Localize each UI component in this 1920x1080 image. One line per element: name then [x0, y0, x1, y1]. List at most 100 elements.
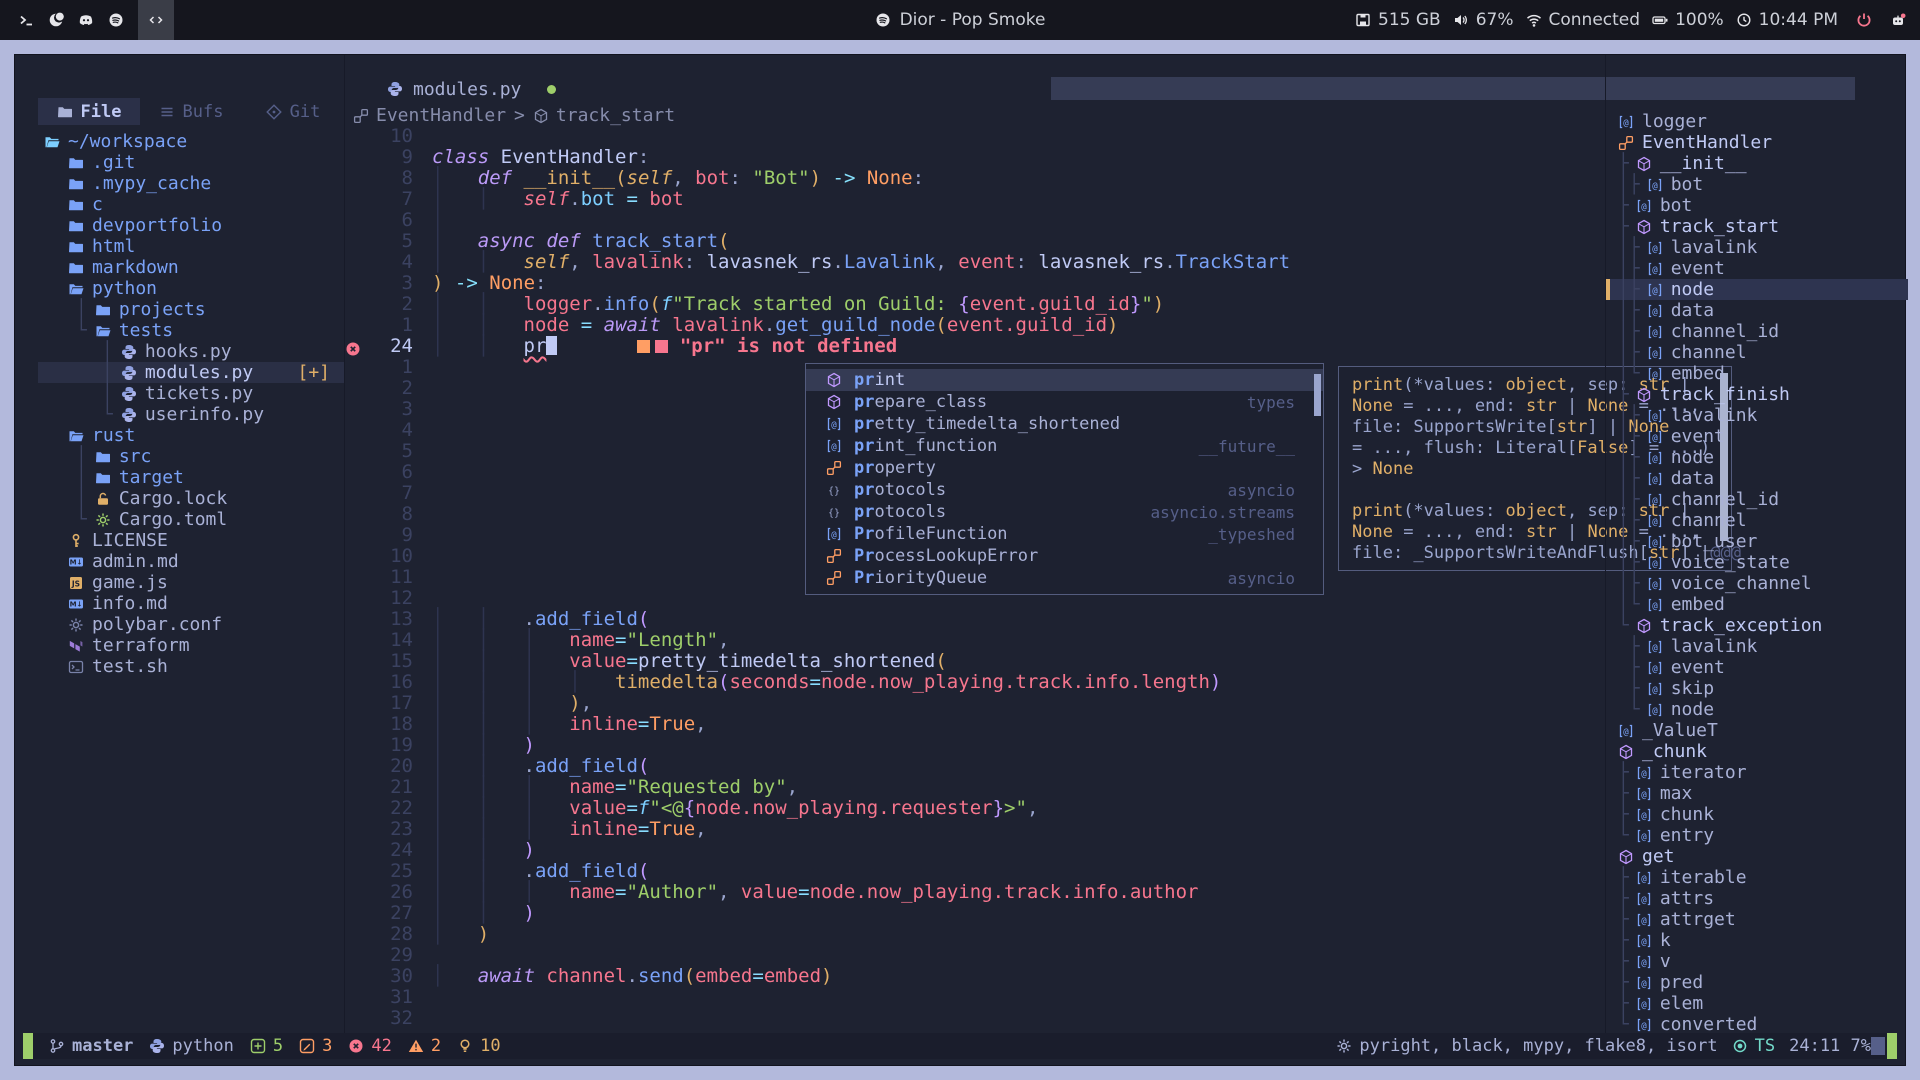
tree-item-rust[interactable]: rust	[38, 425, 344, 446]
outline-item-voice_channel[interactable]: │├@voice_channel	[1606, 573, 1908, 594]
code-line[interactable]: 18│ │ │ inline=True,	[339, 714, 1605, 735]
completion-item-pretty_timedelta_shortened[interactable]: @pretty_timedelta_shortened	[806, 413, 1323, 435]
tree-item-hooks.py[interactable]: │hooks.py	[38, 341, 344, 362]
code-line[interactable]: 25│ │ .add_field(	[339, 861, 1605, 882]
tree-item-projects[interactable]: │projects	[38, 299, 344, 320]
outline-item-track_start[interactable]: ├track_start	[1606, 216, 1908, 237]
tree-item-admin.md[interactable]: M↓admin.md	[38, 551, 344, 572]
tree-item-LICENSE[interactable]: LICENSE	[38, 530, 344, 551]
code-line[interactable]: 16│ │ │ │ timedelta(seconds=node.now_pla…	[339, 672, 1605, 693]
outline-item-get[interactable]: get	[1606, 846, 1908, 867]
code-line[interactable]: 10	[339, 126, 1605, 147]
code-line[interactable]: 9class EventHandler:	[339, 147, 1605, 168]
code-line[interactable]: 5│ async def track_start(	[339, 231, 1605, 252]
outline-item-_chunk[interactable]: _chunk	[1606, 741, 1908, 762]
outline-item-data[interactable]: │├@data	[1606, 300, 1908, 321]
tree-item-markdown[interactable]: markdown	[38, 257, 344, 278]
outline-item-EventHandler[interactable]: EventHandler	[1606, 132, 1908, 153]
tree-item-html[interactable]: html	[38, 236, 344, 257]
tree-item-userinfo.py[interactable]: └userinfo.py	[38, 404, 344, 425]
tree-item-c[interactable]: c	[38, 194, 344, 215]
outline-item-channel[interactable]: │├@channel	[1606, 342, 1908, 363]
tree-item-target[interactable]: │target	[38, 467, 344, 488]
tree-item-info.md[interactable]: M↓info.md	[38, 593, 344, 614]
code-line[interactable]: 17│ │ │ ),	[339, 693, 1605, 714]
completion-item-ProcessLookupError[interactable]: ProcessLookupError	[806, 545, 1323, 567]
outline-item-k[interactable]: ├@k	[1606, 930, 1908, 951]
outline-item-_ValueT[interactable]: @_ValueT	[1606, 720, 1908, 741]
completion-item-ProfileFunction[interactable]: @ProfileFunction_typeshed	[806, 523, 1323, 545]
completion-item-print_function[interactable]: @print_function__future__	[806, 435, 1323, 457]
tree-item-tests[interactable]: └tests	[38, 320, 344, 341]
completion-scrollbar[interactable]	[1314, 374, 1321, 416]
tree-item-test.sh[interactable]: test.sh	[38, 656, 344, 677]
outline-item-node[interactable]: │├@node	[1606, 279, 1908, 300]
outline-item-channel_id[interactable]: │├@channel_id	[1606, 489, 1908, 510]
tree-item-devportfolio[interactable]: devportfolio	[38, 215, 344, 236]
code-line[interactable]: 6│	[339, 210, 1605, 231]
outline-item-event[interactable]: ├@event	[1606, 657, 1908, 678]
outline-item-bot[interactable]: │├@bot	[1606, 174, 1908, 195]
outline-item-bot_user[interactable]: │├@bot_user	[1606, 531, 1908, 552]
outline-item-lavalink[interactable]: │├@lavalink	[1606, 237, 1908, 258]
completion-item-prepare_class[interactable]: prepare_classtypes	[806, 391, 1323, 413]
code-line[interactable]: 15│ │ │ value=pretty_timedelta_shortened…	[339, 651, 1605, 672]
tree-item-workspace[interactable]: ~/workspace	[38, 131, 344, 152]
code-line[interactable]: 29	[339, 945, 1605, 966]
code-line[interactable]: 26│ │ │ name="Author", value=node.now_pl…	[339, 882, 1605, 903]
outline-item-channel_id[interactable]: │├@channel_id	[1606, 321, 1908, 342]
code-line[interactable]: 22│ │ │ value=f"<@{node.now_playing.requ…	[339, 798, 1605, 819]
code-line[interactable]: 13│ │ .add_field(	[339, 609, 1605, 630]
outline-item-channel[interactable]: │├@channel	[1606, 510, 1908, 531]
outline-item-v[interactable]: ├@v	[1606, 951, 1908, 972]
outline-item-__init__[interactable]: ├__init__	[1606, 153, 1908, 174]
explorer-tab-bufs[interactable]: Bufs	[140, 98, 242, 125]
outline-item-chunk[interactable]: ├@chunk	[1606, 804, 1908, 825]
code-line[interactable]: 2│ │ logger.info(f"Track started on Guil…	[339, 294, 1605, 315]
code-line[interactable]: 1│ │ node = await lavalink.get_guild_nod…	[339, 315, 1605, 336]
outline-item-entry[interactable]: └@entry	[1606, 825, 1908, 846]
outline-item-track_exception[interactable]: └track_exception	[1606, 615, 1908, 636]
code-line[interactable]: 7│ │ self.bot = bot	[339, 189, 1605, 210]
tree-item-game.js[interactable]: JSgame.js	[38, 572, 344, 593]
code-line[interactable]: 14│ │ │ name="Length",	[339, 630, 1605, 651]
completion-item-PriorityQueue[interactable]: PriorityQueueasyncio	[806, 567, 1323, 589]
code-line[interactable]: 27│ │ )	[339, 903, 1605, 924]
code-line[interactable]: 20│ │ .add_field(	[339, 756, 1605, 777]
outline-item-iterable[interactable]: ├@iterable	[1606, 867, 1908, 888]
outline-item-event[interactable]: │├@event	[1606, 258, 1908, 279]
code-line[interactable]: 8│ def __init__(self, bot: "Bot") -> Non…	[339, 168, 1605, 189]
outline-item-embed[interactable]: │└@embed	[1606, 363, 1908, 384]
tree-item-tickets.py[interactable]: │tickets.py	[38, 383, 344, 404]
code-line[interactable]: 19│ │ )	[339, 735, 1605, 756]
code-line[interactable]: 30│ await channel.send(embed=embed)	[339, 966, 1605, 987]
code-line[interactable]: 28│ )	[339, 924, 1605, 945]
code-line[interactable]: 21│ │ │ name="Requested by",	[339, 777, 1605, 798]
outline-item-lavalink[interactable]: │├@lavalink	[1606, 405, 1908, 426]
outline-item-attrs[interactable]: ├@attrs	[1606, 888, 1908, 909]
tree-item-Cargo.toml[interactable]: └Cargo.toml	[38, 509, 344, 530]
code-line[interactable]: 3) -> None:	[339, 273, 1605, 294]
completion-item-protocols[interactable]: {}protocolsasyncio	[806, 479, 1323, 501]
code-line[interactable]: 24│ │ )	[339, 840, 1605, 861]
tree-item-polybar.conf[interactable]: polybar.conf	[38, 614, 344, 635]
outline-item-embed[interactable]: │└@embed	[1606, 594, 1908, 615]
outline-item-lavalink[interactable]: ├@lavalink	[1606, 636, 1908, 657]
outline-item-iterator[interactable]: ├@iterator	[1606, 762, 1908, 783]
completion-item-property[interactable]: property	[806, 457, 1323, 479]
tree-item-.mypycache[interactable]: .mypy_cache	[38, 173, 344, 194]
outline-item-data[interactable]: │├@data	[1606, 468, 1908, 489]
tree-item-Cargo.lock[interactable]: │Cargo.lock	[38, 488, 344, 509]
buffer-tab[interactable]: modules.py	[387, 77, 556, 101]
outline-item-elem[interactable]: ├@elem	[1606, 993, 1908, 1014]
tree-item-.git[interactable]: .git	[38, 152, 344, 173]
outline-item-bot[interactable]: ├@bot	[1606, 195, 1908, 216]
completion-item-protocols[interactable]: {}protocolsasyncio.streams	[806, 501, 1323, 523]
breadcrumb-track_start[interactable]: track_start	[533, 105, 675, 126]
code-line[interactable]: 31	[339, 987, 1605, 1008]
outline-item-converted[interactable]: └@converted	[1606, 1014, 1908, 1035]
code-line[interactable]: 23│ │ │ inline=True,	[339, 819, 1605, 840]
outline-item-pred[interactable]: ├@pred	[1606, 972, 1908, 993]
tree-item-python[interactable]: python	[38, 278, 344, 299]
code-line[interactable]: 32	[339, 1008, 1605, 1029]
